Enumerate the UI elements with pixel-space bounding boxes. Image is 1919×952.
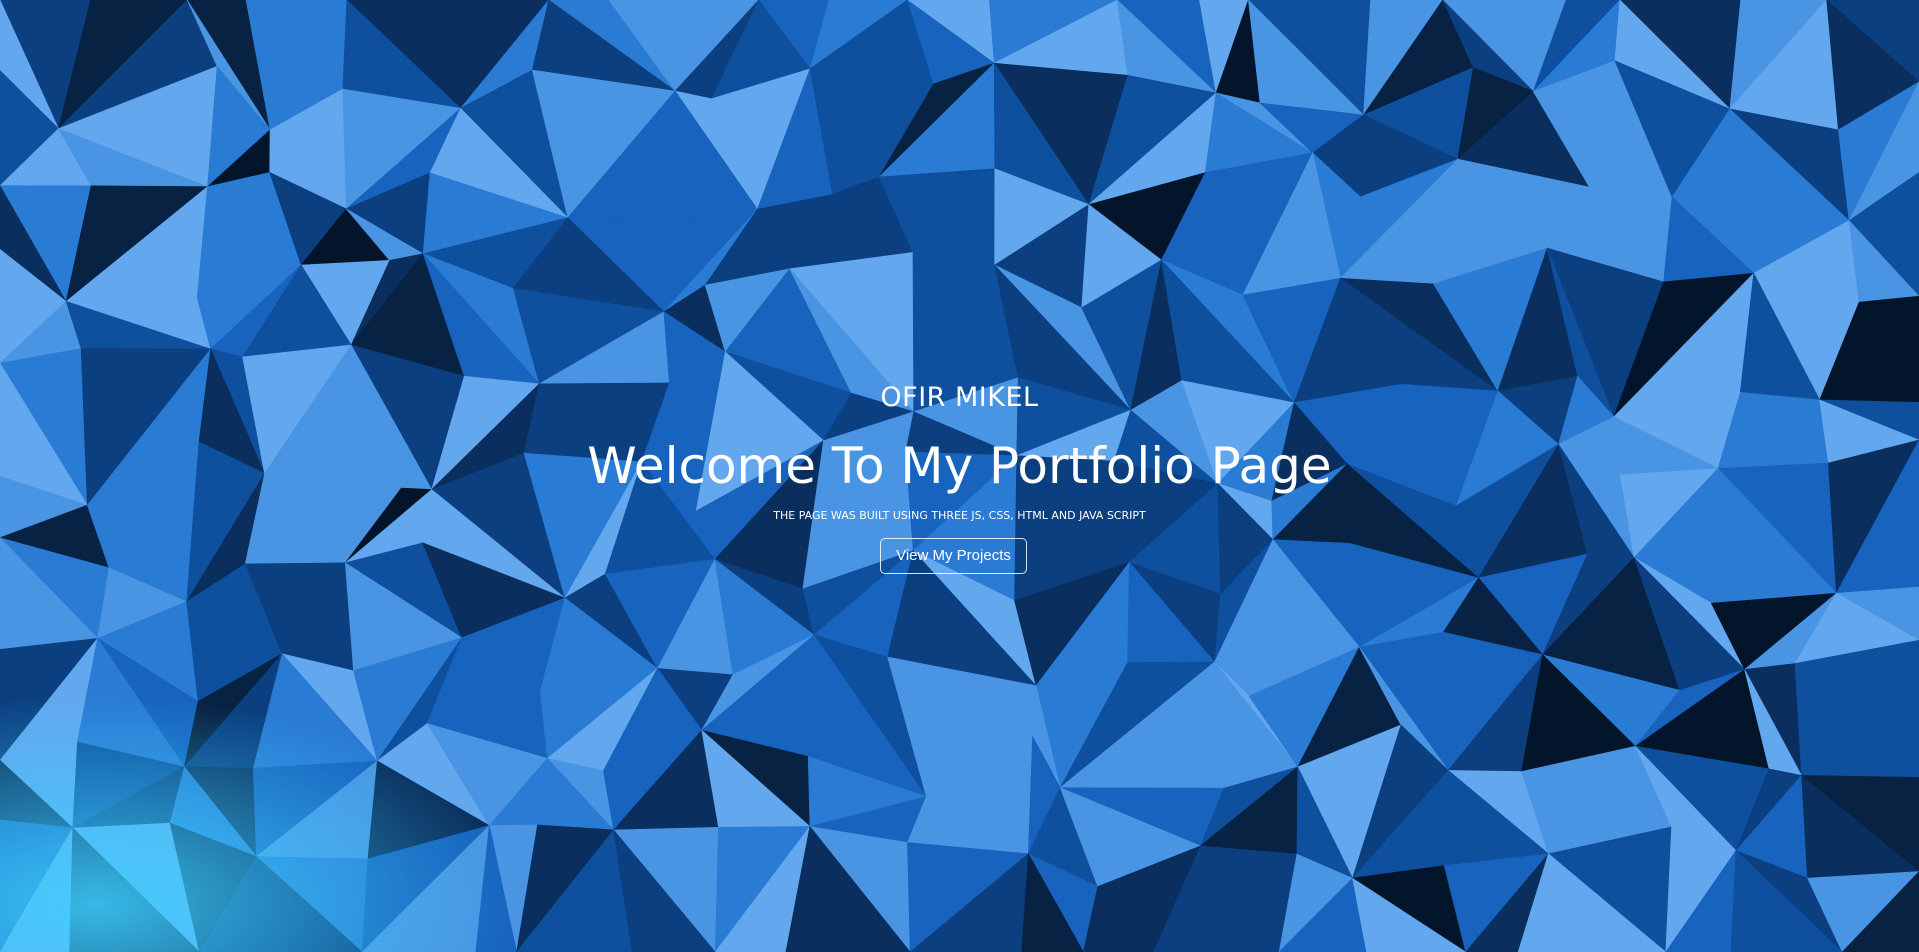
- page-title: Welcome To My Portfolio Page: [587, 437, 1332, 495]
- page-subtitle: THE PAGE WAS BUILT USING THREE JS, CSS, …: [773, 509, 1146, 522]
- author-name: OFIR MIKEL: [880, 382, 1039, 413]
- view-projects-button[interactable]: View My Projects: [880, 538, 1027, 574]
